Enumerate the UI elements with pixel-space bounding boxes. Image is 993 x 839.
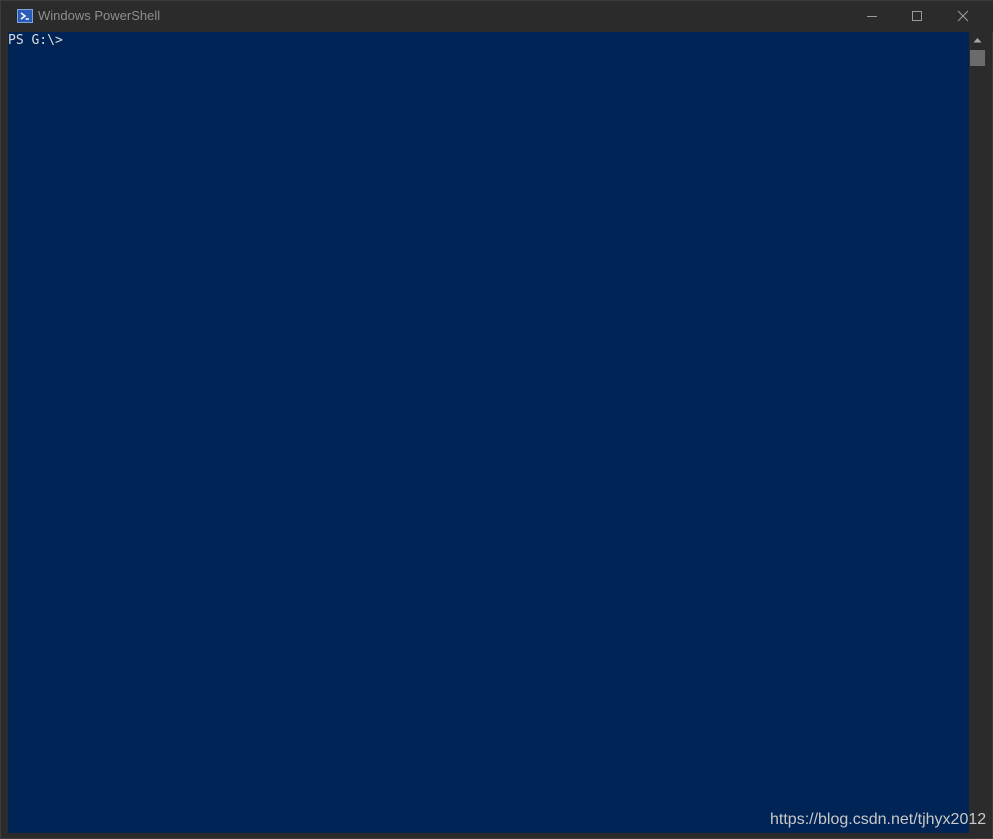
powershell-window: Windows PowerShell PS G:\> https://blog.…: [0, 0, 993, 839]
scroll-up-button[interactable]: [969, 32, 986, 48]
chevron-up-icon: [973, 38, 982, 43]
minimize-button[interactable]: [849, 1, 895, 31]
maximize-icon: [912, 11, 922, 21]
close-button[interactable]: [940, 1, 986, 31]
title-bar[interactable]: Windows PowerShell: [1, 1, 993, 32]
console-prompt: PS G:\>: [8, 33, 63, 48]
close-icon: [957, 10, 969, 22]
minimize-icon: [867, 16, 877, 17]
window-title: Windows PowerShell: [38, 8, 161, 23]
vertical-scrollbar[interactable]: [969, 32, 986, 833]
scroll-thumb[interactable]: [970, 50, 985, 66]
maximize-button[interactable]: [894, 1, 940, 31]
console-area[interactable]: PS G:\>: [8, 32, 969, 833]
powershell-icon[interactable]: [17, 9, 33, 23]
watermark-text: https://blog.csdn.net/tjhyx2012: [770, 811, 987, 828]
